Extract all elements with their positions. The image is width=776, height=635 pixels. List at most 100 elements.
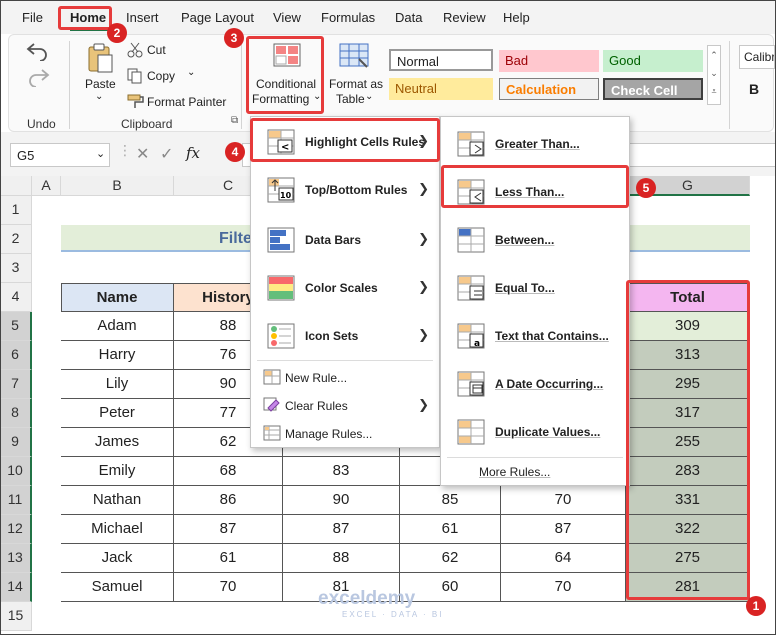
row-header[interactable]: 7 bbox=[0, 370, 32, 399]
tab-view[interactable]: View bbox=[273, 10, 301, 25]
format-painter-button[interactable]: Format Painter bbox=[147, 95, 226, 109]
name-cell[interactable]: Lily bbox=[61, 370, 174, 399]
data-cell[interactable]: 90 bbox=[283, 486, 400, 515]
tab-data[interactable]: Data bbox=[395, 10, 422, 25]
format-as-table-chevron-icon[interactable]: ⌄ bbox=[365, 91, 373, 102]
data-cell[interactable]: 87 bbox=[174, 515, 283, 544]
data-cell[interactable]: 70 bbox=[501, 486, 626, 515]
highlight-box-less-than bbox=[441, 165, 629, 208]
tab-formulas[interactable]: Formulas bbox=[321, 10, 375, 25]
format-painter-icon[interactable] bbox=[127, 93, 145, 112]
tab-page-layout[interactable]: Page Layout bbox=[181, 10, 254, 25]
format-as-table-line2[interactable]: Table bbox=[336, 92, 365, 106]
name-cell[interactable]: Harry bbox=[61, 341, 174, 370]
paste-chevron-icon[interactable]: ⌄ bbox=[95, 91, 103, 102]
watermark-logo: exceldemy EXCEL · DATA · BI bbox=[318, 588, 443, 619]
row-header[interactable]: 8 bbox=[0, 399, 32, 428]
text-contains-label: Text that Contains... bbox=[495, 329, 609, 343]
data-cell[interactable]: 61 bbox=[400, 515, 501, 544]
data-cell[interactable]: 64 bbox=[501, 544, 626, 573]
data-cell[interactable]: 88 bbox=[283, 544, 400, 573]
tab-review[interactable]: Review bbox=[443, 10, 486, 25]
row-header[interactable]: 4 bbox=[0, 283, 32, 312]
row-header[interactable]: 10 bbox=[0, 457, 32, 486]
column-header-a[interactable]: A bbox=[32, 176, 61, 196]
copy-chevron-icon[interactable]: ⌄ bbox=[187, 67, 195, 78]
row-header[interactable]: 5 bbox=[0, 312, 32, 341]
insert-function-icon[interactable]: fx bbox=[186, 144, 200, 162]
row-header[interactable]: 13 bbox=[0, 544, 32, 573]
cut-icon[interactable] bbox=[127, 42, 143, 61]
name-cell[interactable]: Michael bbox=[61, 515, 174, 544]
data-cell[interactable]: 70 bbox=[501, 573, 626, 602]
data-cell[interactable]: 62 bbox=[400, 544, 501, 573]
submenu-arrow-icon: ❯ bbox=[418, 231, 429, 246]
row-header[interactable]: 3 bbox=[0, 254, 32, 283]
row-header[interactable]: 6 bbox=[0, 341, 32, 370]
name-box-chevron-icon[interactable]: ⌄ bbox=[96, 147, 105, 160]
row-header[interactable]: 11 bbox=[0, 486, 32, 515]
clipboard-launcher-icon[interactable]: ⧉ bbox=[231, 115, 238, 126]
enter-icon[interactable]: ✓ bbox=[160, 144, 173, 164]
font-name-box[interactable]: Calibri bbox=[739, 45, 775, 69]
data-cell[interactable]: 61 bbox=[174, 544, 283, 573]
step-badge-5: 5 bbox=[636, 178, 656, 198]
row-header[interactable]: 15 bbox=[0, 602, 32, 631]
name-cell[interactable]: Jack bbox=[61, 544, 174, 573]
style-neutral[interactable]: Neutral bbox=[389, 78, 493, 100]
name-box[interactable]: G5 bbox=[10, 143, 110, 167]
styles-gallery-scroll[interactable]: ⌃ ⌄ ⩡ bbox=[707, 45, 721, 105]
style-bad[interactable]: Bad bbox=[499, 50, 599, 72]
more-rules-item[interactable]: More Rules... bbox=[479, 465, 550, 479]
name-cell[interactable]: Adam bbox=[61, 312, 174, 341]
style-check-cell[interactable]: Check Cell bbox=[603, 78, 703, 100]
copy-button[interactable]: Copy bbox=[147, 69, 175, 83]
data-cell[interactable]: 87 bbox=[501, 515, 626, 544]
redo-icon[interactable] bbox=[25, 65, 51, 90]
column-header-b[interactable]: B bbox=[61, 176, 174, 196]
data-cell[interactable]: 86 bbox=[174, 486, 283, 515]
row-header[interactable]: 1 bbox=[0, 196, 32, 225]
color-scales-icon bbox=[267, 275, 295, 301]
style-normal[interactable]: Normal bbox=[389, 49, 493, 71]
format-as-table-line1[interactable]: Format as bbox=[329, 77, 383, 91]
name-cell[interactable]: James bbox=[61, 428, 174, 457]
conditional-formatting-menu: < Highlight Cells Rules ❯ 10 Top/Bottom … bbox=[250, 116, 440, 448]
tab-insert[interactable]: Insert bbox=[126, 10, 159, 25]
header-cell-name[interactable]: Name bbox=[61, 283, 174, 312]
sheet-title: Filte bbox=[219, 230, 252, 247]
duplicate-values-icon bbox=[457, 419, 485, 445]
name-cell[interactable]: Nathan bbox=[61, 486, 174, 515]
text-contains-icon: a bbox=[457, 323, 485, 349]
manage-rules-icon bbox=[263, 425, 281, 441]
tab-help[interactable]: Help bbox=[503, 10, 530, 25]
data-cell[interactable]: 87 bbox=[283, 515, 400, 544]
tab-file[interactable]: File bbox=[22, 10, 43, 25]
data-cell[interactable]: 83 bbox=[283, 457, 400, 486]
bold-button[interactable]: B bbox=[749, 81, 759, 97]
copy-icon[interactable] bbox=[127, 68, 143, 87]
select-all-corner[interactable] bbox=[0, 176, 32, 196]
paste-button[interactable]: Paste bbox=[85, 77, 116, 91]
icon-sets-icon bbox=[267, 323, 295, 349]
equal-to-icon bbox=[457, 275, 485, 301]
cut-button[interactable]: Cut bbox=[147, 43, 166, 57]
style-good[interactable]: Good bbox=[603, 50, 703, 72]
paste-icon[interactable] bbox=[85, 43, 115, 76]
name-cell[interactable]: Peter bbox=[61, 399, 174, 428]
data-cell[interactable]: 68 bbox=[174, 457, 283, 486]
clear-rules-label: Clear Rules bbox=[285, 399, 348, 413]
undo-icon[interactable] bbox=[25, 39, 51, 64]
row-header[interactable]: 14 bbox=[0, 573, 32, 602]
row-header[interactable]: 12 bbox=[0, 515, 32, 544]
top-bottom-rules-icon: 10 bbox=[267, 177, 295, 203]
cancel-icon[interactable]: ✕ bbox=[136, 144, 149, 164]
row-header[interactable]: 9 bbox=[0, 428, 32, 457]
name-cell[interactable]: Emily bbox=[61, 457, 174, 486]
date-occurring-icon bbox=[457, 371, 485, 397]
name-cell[interactable]: Samuel bbox=[61, 573, 174, 602]
data-cell[interactable]: 85 bbox=[400, 486, 501, 515]
data-cell[interactable]: 70 bbox=[174, 573, 283, 602]
row-header[interactable]: 2 bbox=[0, 225, 32, 254]
style-calculation[interactable]: Calculation bbox=[499, 78, 599, 100]
